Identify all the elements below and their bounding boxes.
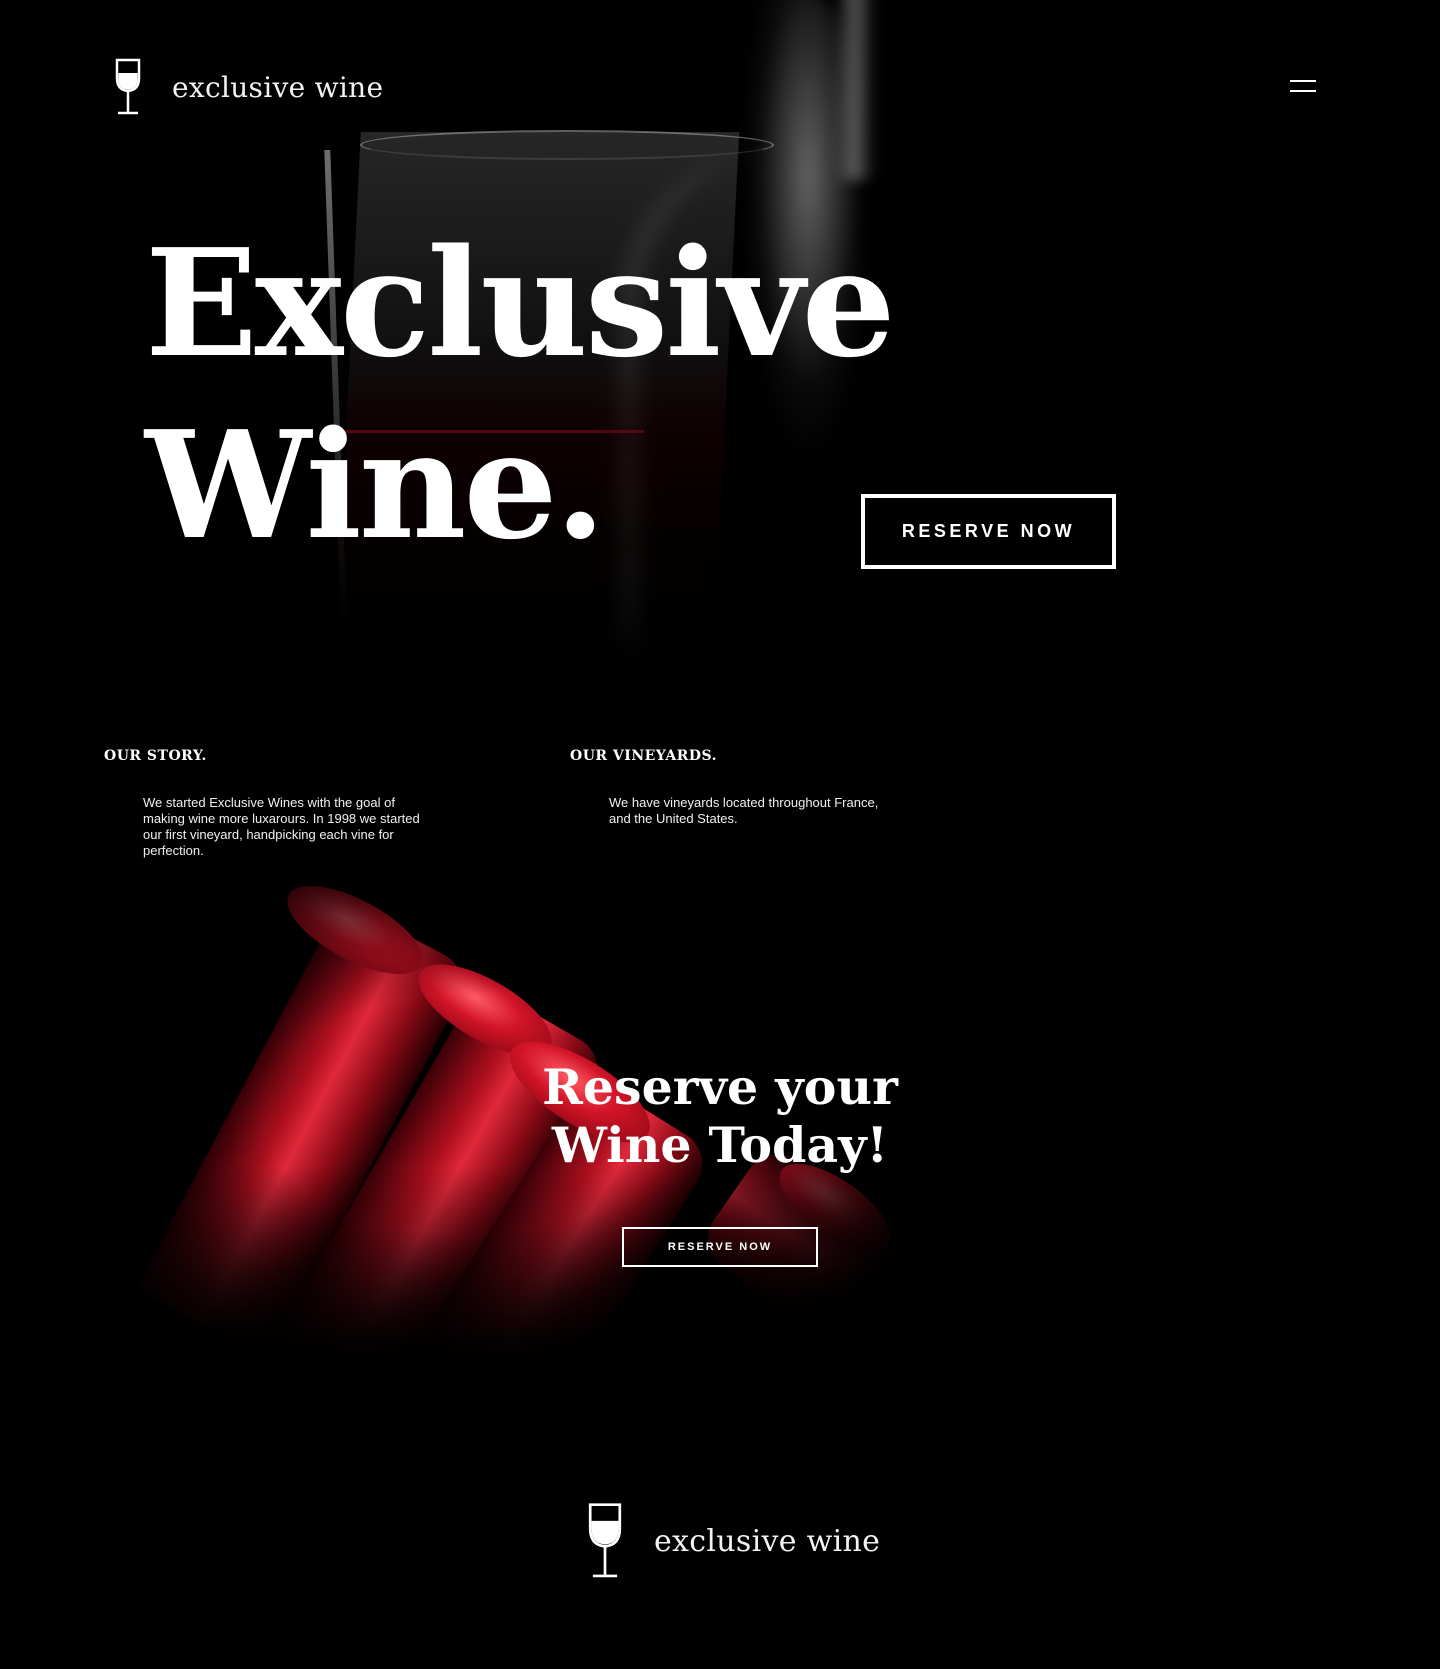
brand-name: exclusive wine bbox=[172, 70, 384, 104]
hero-title-line-1: Exclusive bbox=[145, 216, 896, 390]
hero-title-line-2: Wine. bbox=[145, 398, 606, 572]
hero-title: Exclusive Wine. bbox=[145, 212, 896, 576]
wine-glass-rim bbox=[360, 130, 774, 160]
cta-title-line-2: Wine Today! bbox=[551, 1116, 889, 1174]
wine-glass-icon bbox=[115, 58, 141, 115]
hamburger-menu-icon[interactable] bbox=[1290, 76, 1318, 96]
our-vineyards-heading: OUR VINEYARDS. bbox=[570, 748, 718, 764]
footer-brand-name: exclusive wine bbox=[654, 1523, 881, 1559]
brand-logo-link[interactable]: exclusive wine bbox=[114, 58, 383, 116]
reserve-cta-title: Reserve your Wine Today! bbox=[520, 1058, 920, 1174]
cta-title-line-1: Reserve your bbox=[542, 1058, 898, 1116]
our-vineyards-text: We have vineyards located throughout Fra… bbox=[609, 795, 879, 826]
reserve-now-button[interactable]: RESERVE NOW bbox=[861, 494, 1116, 569]
reserve-now-button-secondary[interactable]: RESERVE NOW bbox=[622, 1227, 818, 1267]
our-story-heading: OUR STORY. bbox=[104, 748, 207, 764]
our-story-text: We started Exclusive Wines with the goal… bbox=[143, 795, 420, 858]
wine-glass-icon bbox=[588, 1503, 622, 1578]
footer-brand-logo[interactable]: exclusive wine bbox=[584, 1502, 880, 1580]
wine-bottle-neck bbox=[835, 0, 875, 180]
